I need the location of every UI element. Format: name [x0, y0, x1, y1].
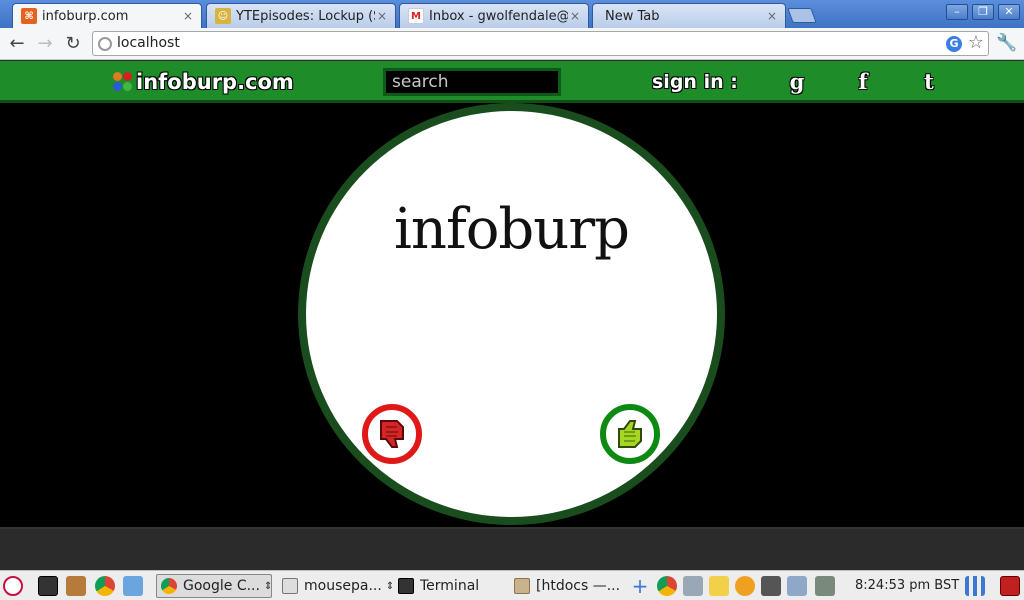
address-url: localhost — [117, 35, 180, 51]
tab-close-icon[interactable]: × — [375, 9, 389, 23]
task-google-chrome[interactable]: Google C... ⇕ — [156, 574, 272, 598]
tab-close-icon[interactable]: × — [181, 9, 195, 23]
maximize-button[interactable]: ❐ — [972, 4, 994, 20]
folder-task-icon — [514, 578, 530, 594]
browser-toolbar: ← → ↻ localhost G ☆ 🔧 — [0, 28, 1024, 60]
thumbs-down-button[interactable] — [362, 404, 422, 464]
facebook-signin-icon[interactable]: f — [851, 70, 875, 94]
terminal-launcher-icon[interactable] — [38, 576, 58, 596]
robot-favicon-icon: ☺ — [215, 8, 231, 24]
tab-gmail-inbox[interactable]: M Inbox - gwolfendale@gr × — [399, 3, 589, 28]
task-expand-icon: ⇕ — [385, 580, 395, 592]
tab-title: infoburp.com — [42, 8, 129, 24]
new-tab-button[interactable] — [787, 8, 817, 23]
terminal-task-icon — [398, 578, 414, 594]
forward-button[interactable]: → — [34, 33, 56, 55]
tab-title: Inbox - gwolfendale@gr — [429, 8, 568, 24]
wifi-signal-icon[interactable] — [965, 576, 985, 596]
tab-infoburp[interactable]: ⌘ infoburp.com × — [12, 3, 202, 28]
mousepad-task-icon — [282, 578, 298, 594]
tab-title: YTEpisodes: Lockup (S0 — [236, 8, 375, 24]
clock: 8:24:53 pm BST — [855, 578, 960, 593]
notes-icon[interactable] — [709, 576, 729, 596]
task-label: [htdocs —... — [536, 578, 621, 594]
thumbs-down-icon — [380, 420, 404, 448]
task-terminal[interactable]: Terminal — [394, 574, 504, 598]
tab-new-tab[interactable]: New Tab × — [592, 3, 786, 28]
paint-launcher-icon[interactable] — [66, 576, 86, 596]
task-label: mousepa... — [304, 578, 382, 594]
network-tool-icon[interactable] — [683, 576, 703, 596]
chrome-task-icon — [161, 578, 177, 594]
chrome-launcher-icon[interactable] — [95, 576, 115, 596]
google-signin-icon[interactable]: g — [785, 70, 809, 94]
screen-icon[interactable] — [815, 576, 835, 596]
tumblr-signin-icon[interactable]: t — [917, 70, 941, 94]
task-expand-icon: ⇕ — [263, 580, 273, 592]
google-search-icon[interactable]: G — [946, 36, 962, 52]
sign-in-label: sign in : — [652, 71, 738, 93]
system-taskbar: Google C... ⇕ mousepa... ⇕ Terminal [htd… — [0, 570, 1024, 600]
logout-icon[interactable] — [1000, 576, 1020, 596]
wrench-menu-icon[interactable]: 🔧 — [996, 33, 1017, 53]
gmail-favicon-icon: M — [408, 8, 424, 24]
task-htdocs[interactable]: [htdocs —... — [510, 574, 626, 598]
tab-title: New Tab — [605, 8, 660, 24]
task-label: Google C... — [183, 578, 260, 594]
logo-text: infoburp.com — [136, 70, 294, 94]
reload-button[interactable]: ↻ — [62, 33, 84, 55]
tab-close-icon[interactable]: × — [568, 9, 582, 23]
logo-dots-icon — [113, 72, 133, 92]
refresh-launcher-icon[interactable] — [123, 576, 143, 596]
task-mousepad[interactable]: mousepa... ⇕ — [278, 574, 394, 598]
task-label: Terminal — [420, 578, 480, 594]
content-title: infoburp — [394, 197, 630, 262]
browser-tab-strip: ⌘ infoburp.com × ☺ YTEpisodes: Lockup (S… — [0, 0, 1024, 28]
minimize-button[interactable]: – — [946, 4, 968, 20]
debian-menu-icon[interactable] — [3, 576, 23, 596]
back-button[interactable]: ← — [6, 33, 28, 55]
search-input[interactable] — [383, 68, 561, 96]
tab-close-icon[interactable]: × — [765, 9, 779, 23]
web-page: infoburp.com sign in : g f t infoburp — [0, 61, 1024, 529]
address-bar[interactable]: localhost G ☆ — [92, 31, 989, 56]
xampp-favicon-icon: ⌘ — [21, 8, 37, 24]
devices-icon[interactable] — [787, 576, 807, 596]
thumbs-up-button[interactable] — [600, 404, 660, 464]
tab-ytepisodes[interactable]: ☺ YTEpisodes: Lockup (S0 × — [206, 3, 396, 28]
settings-sun-icon[interactable] — [735, 576, 755, 596]
add-launcher-icon[interactable]: + — [630, 576, 650, 596]
content-circle: infoburp — [298, 103, 725, 525]
display-icon[interactable] — [761, 576, 781, 596]
page-globe-icon — [98, 37, 112, 51]
site-header: infoburp.com sign in : g f t — [0, 61, 1024, 103]
page-footer-divider — [0, 527, 1024, 529]
bookmark-star-icon[interactable]: ☆ — [968, 33, 984, 53]
chrome-tray-icon[interactable] — [657, 576, 677, 596]
site-logo[interactable]: infoburp.com — [113, 70, 294, 94]
thumbs-up-icon — [618, 420, 642, 448]
close-window-button[interactable]: ✕ — [998, 4, 1020, 20]
